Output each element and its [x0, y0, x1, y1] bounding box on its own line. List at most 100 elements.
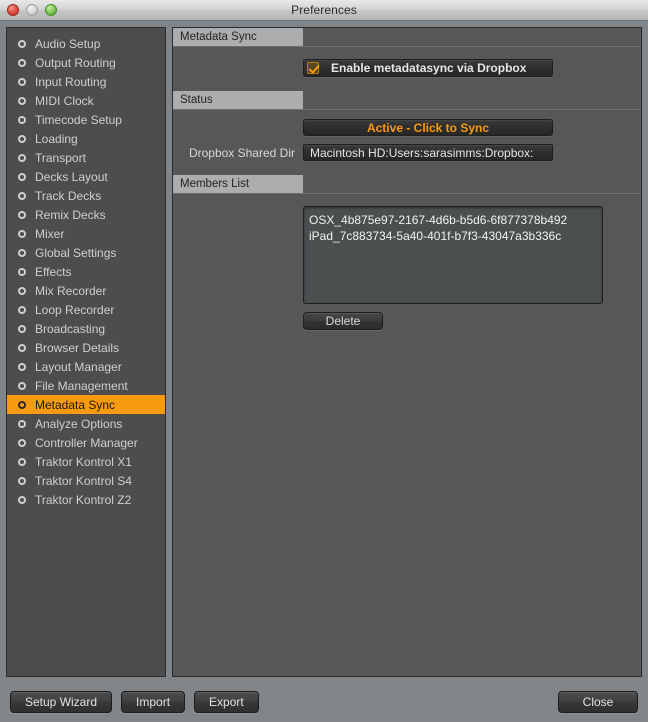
section-title: Metadata Sync: [173, 28, 303, 46]
bullet-icon: [18, 305, 26, 314]
sidebar-item-layout-manager[interactable]: Layout Manager: [7, 357, 165, 376]
bullet-icon: [18, 153, 26, 162]
sidebar-item-decks-layout[interactable]: Decks Layout: [7, 167, 165, 186]
sidebar-item-label: MIDI Clock: [35, 93, 94, 108]
section-title: Status: [173, 91, 303, 109]
sidebar-item-traktor-kontrol-s4[interactable]: Traktor Kontrol S4: [7, 471, 165, 490]
sidebar-item-remix-decks[interactable]: Remix Decks: [7, 205, 165, 224]
preferences-window: Preferences Audio Setup Output Routing I…: [0, 0, 648, 722]
window-titlebar: Preferences: [0, 0, 648, 21]
sidebar-item-track-decks[interactable]: Track Decks: [7, 186, 165, 205]
sidebar-item-label: Traktor Kontrol S4: [35, 473, 132, 488]
bullet-icon: [18, 381, 26, 390]
sidebar-item-broadcasting[interactable]: Broadcasting: [7, 319, 165, 338]
sidebar-item-label: Traktor Kontrol X1: [35, 454, 132, 469]
sidebar-item-transport[interactable]: Transport: [7, 148, 165, 167]
bullet-icon: [18, 77, 26, 86]
sidebar-item-global-settings[interactable]: Global Settings: [7, 243, 165, 262]
preferences-content-panel: Metadata Sync Enable metadatasync via Dr…: [172, 27, 642, 677]
sidebar-item-label: Browser Details: [35, 340, 120, 355]
bullet-icon: [18, 400, 26, 409]
sidebar-item-label: Mix Recorder: [35, 283, 107, 298]
delete-button[interactable]: Delete: [303, 312, 383, 330]
sidebar-item-label: Output Routing: [35, 55, 116, 70]
sidebar-item-metadata-sync[interactable]: Metadata Sync: [7, 395, 165, 414]
sidebar-item-label: Effects: [35, 264, 72, 279]
section-header-filler: [303, 91, 641, 109]
sidebar-item-browser-details[interactable]: Browser Details: [7, 338, 165, 357]
minimize-light-icon[interactable]: [26, 4, 38, 16]
section-members-list: Members List OSX_4b875e97-2167-4d6b-b5d6…: [173, 175, 641, 330]
bullet-icon: [18, 229, 26, 238]
sidebar-item-label: Traktor Kontrol Z2: [35, 492, 132, 507]
sidebar-item-label: Transport: [35, 150, 86, 165]
window-title: Preferences: [291, 3, 357, 17]
sidebar-item-file-management[interactable]: File Management: [7, 376, 165, 395]
sidebar-item-label: Global Settings: [35, 245, 117, 260]
sidebar-item-mixer[interactable]: Mixer: [7, 224, 165, 243]
sidebar-item-analyze-options[interactable]: Analyze Options: [7, 414, 165, 433]
sync-status-row: Active - Click to Sync: [173, 110, 641, 136]
sidebar-item-timecode-setup[interactable]: Timecode Setup: [7, 110, 165, 129]
bullet-icon: [18, 115, 26, 124]
bullet-icon: [18, 267, 26, 276]
sidebar-item-input-routing[interactable]: Input Routing: [7, 72, 165, 91]
sidebar-item-label: Broadcasting: [35, 321, 106, 336]
section-header-status: Status: [173, 91, 641, 110]
section-status: Status Active - Click to Sync Dropbox Sh…: [173, 91, 641, 175]
dropbox-shared-dir-field[interactable]: Macintosh HD:Users:sarasimms:Dropbox:: [303, 144, 553, 161]
sidebar-item-traktor-kontrol-z2[interactable]: Traktor Kontrol Z2: [7, 490, 165, 509]
sidebar-item-label: Remix Decks: [35, 207, 106, 222]
sidebar-item-label: Input Routing: [35, 74, 107, 89]
zoom-light-icon[interactable]: [45, 4, 57, 16]
list-item[interactable]: iPad_7c883734-5a40-401f-b7f3-43047a3b336…: [309, 228, 602, 244]
delete-button-row: Delete: [173, 304, 641, 330]
window-controls: [7, 4, 57, 16]
bullet-icon: [18, 286, 26, 295]
section-header-filler: [303, 28, 641, 46]
preferences-sidebar[interactable]: Audio Setup Output Routing Input Routing…: [6, 27, 166, 677]
section-header-filler: [303, 175, 641, 193]
section-header-metadata-sync: Metadata Sync: [173, 28, 641, 47]
bullet-icon: [18, 134, 26, 143]
close-light-icon[interactable]: [7, 4, 19, 16]
close-button[interactable]: Close: [558, 691, 638, 713]
bullet-icon: [18, 324, 26, 333]
sidebar-item-loop-recorder[interactable]: Loop Recorder: [7, 300, 165, 319]
sidebar-item-audio-setup[interactable]: Audio Setup: [7, 34, 165, 53]
members-list-box[interactable]: OSX_4b875e97-2167-4d6b-b5d6-6f877378b492…: [303, 206, 603, 304]
sidebar-item-label: Mixer: [35, 226, 65, 241]
sidebar-item-loading[interactable]: Loading: [7, 129, 165, 148]
section-title: Members List: [173, 175, 303, 193]
sidebar-item-label: File Management: [35, 378, 128, 393]
bullet-icon: [18, 495, 26, 504]
import-button[interactable]: Import: [121, 691, 186, 713]
sync-now-button[interactable]: Active - Click to Sync: [303, 119, 553, 136]
bullet-icon: [18, 457, 26, 466]
bullet-icon: [18, 419, 26, 428]
setup-wizard-button[interactable]: Setup Wizard: [10, 691, 113, 713]
sidebar-item-effects[interactable]: Effects: [7, 262, 165, 281]
sidebar-item-label: Loading: [35, 131, 78, 146]
sidebar-item-output-routing[interactable]: Output Routing: [7, 53, 165, 72]
sidebar-item-mix-recorder[interactable]: Mix Recorder: [7, 281, 165, 300]
sidebar-item-label: Layout Manager: [35, 359, 122, 374]
checkmark-icon[interactable]: [307, 62, 319, 74]
sidebar-item-label: Track Decks: [35, 188, 102, 203]
bullet-icon: [18, 191, 26, 200]
bullet-icon: [18, 362, 26, 371]
list-item[interactable]: OSX_4b875e97-2167-4d6b-b5d6-6f877378b492: [309, 212, 602, 228]
sidebar-item-label: Audio Setup: [35, 36, 101, 51]
export-button[interactable]: Export: [194, 691, 259, 713]
enable-metadatasync-row: Enable metadatasync via Dropbox: [173, 47, 641, 77]
bullet-icon: [18, 210, 26, 219]
sidebar-item-midi-clock[interactable]: MIDI Clock: [7, 91, 165, 110]
bullet-icon: [18, 343, 26, 352]
sidebar-item-traktor-kontrol-x1[interactable]: Traktor Kontrol X1: [7, 452, 165, 471]
enable-metadatasync-checkbox[interactable]: Enable metadatasync via Dropbox: [303, 59, 553, 77]
bullet-icon: [18, 438, 26, 447]
sidebar-item-controller-manager[interactable]: Controller Manager: [7, 433, 165, 452]
bullet-icon: [18, 39, 26, 48]
dropbox-shared-dir-label: Dropbox Shared Dir: [188, 145, 295, 160]
